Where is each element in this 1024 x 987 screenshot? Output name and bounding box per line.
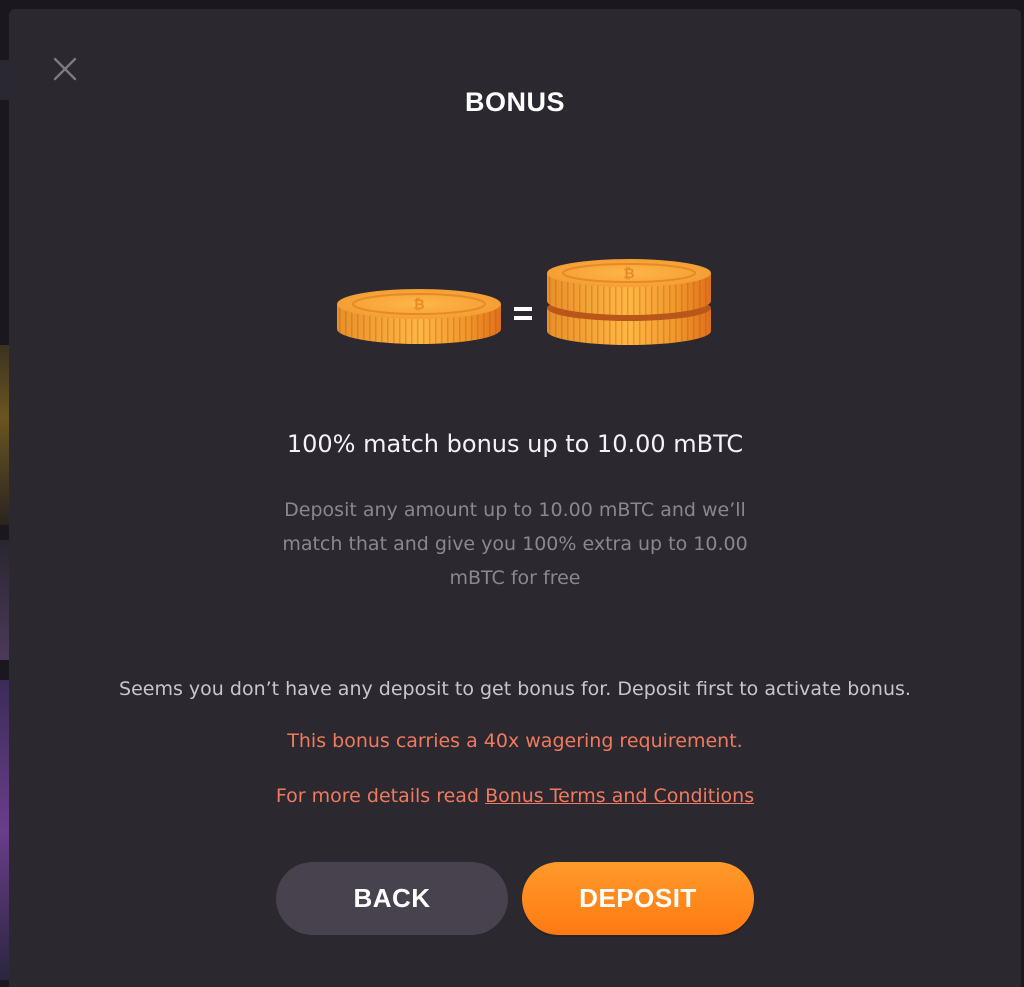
background-edge (0, 60, 9, 100)
single-coin: ₿ (337, 289, 501, 344)
close-button[interactable] (51, 55, 79, 83)
wagering-requirement: This bonus carries a 40x wagering requir… (287, 730, 743, 752)
back-button[interactable]: BACK (276, 862, 508, 935)
background-edge (0, 540, 9, 660)
coins-illustration: ₿ ₿ (321, 249, 711, 359)
deposit-notice: Seems you don’t have any deposit to get … (119, 678, 911, 700)
bonus-terms-link[interactable]: Bonus Terms and Conditions (485, 785, 754, 807)
deposit-button[interactable]: DEPOSIT (522, 862, 754, 935)
terms-line: For more details read Bonus Terms and Co… (9, 785, 1021, 807)
equals-sign (514, 307, 532, 320)
close-icon (53, 57, 77, 81)
coins-equals-double-coins-icon: ₿ ₿ (337, 259, 711, 345)
terms-prefix: For more details read (275, 785, 486, 807)
bonus-modal: BONUS ₿ ₿ 100% match bonus up to 10.00 m… (9, 9, 1021, 987)
svg-text:₿: ₿ (623, 265, 634, 281)
background-edge (0, 680, 9, 980)
bonus-description: Deposit any amount up to 10.00 mBTC and … (282, 499, 748, 589)
modal-title: BONUS (464, 87, 565, 117)
svg-text:₿: ₿ (413, 296, 424, 312)
double-coin-stack: ₿ (547, 259, 711, 345)
background-edge (0, 345, 9, 525)
bonus-headline: 100% match bonus up to 10.00 mBTC (286, 430, 744, 458)
